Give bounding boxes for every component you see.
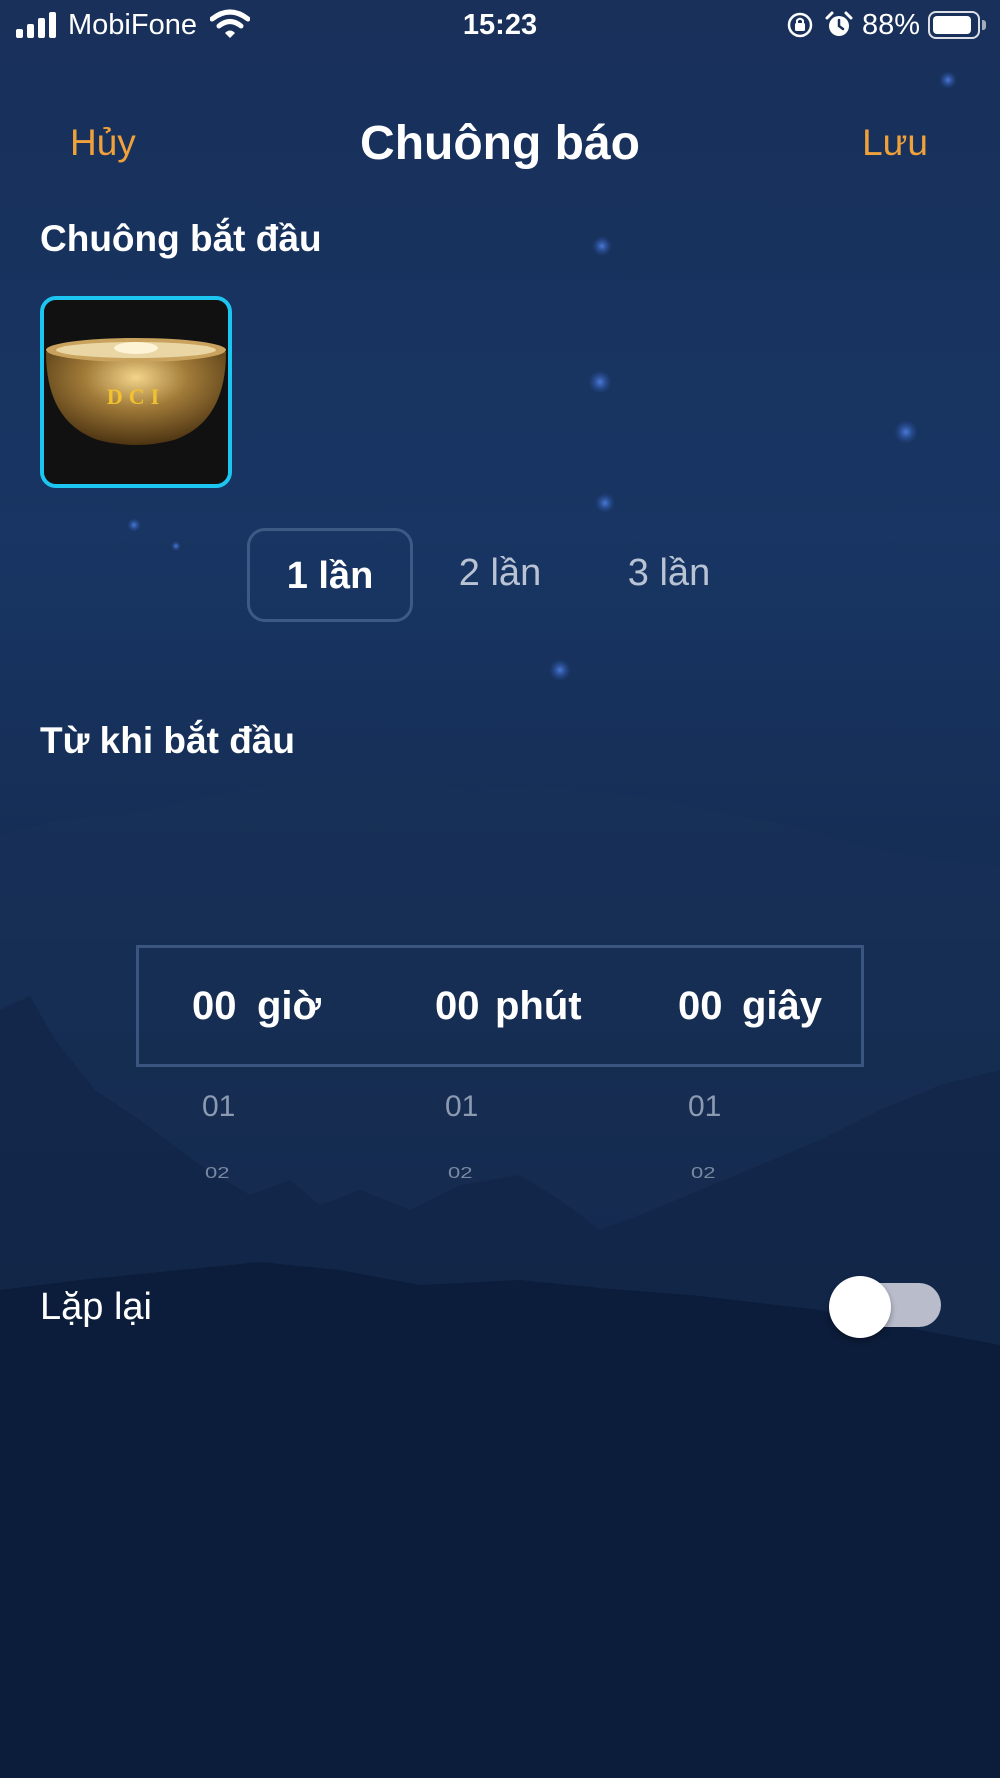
minutes-option[interactable]: 01 xyxy=(445,1090,478,1124)
seconds-option[interactable]: 02 xyxy=(691,1164,715,1182)
seconds-option[interactable]: 01 xyxy=(688,1090,721,1124)
hours-unit: giờ xyxy=(257,984,321,1028)
minutes-option[interactable]: 02 xyxy=(448,1164,472,1182)
hours-option[interactable]: 01 xyxy=(202,1090,235,1124)
toggle-knob[interactable] xyxy=(829,1276,891,1338)
hours-option[interactable]: 02 xyxy=(205,1164,229,1182)
tab-ring-count-2[interactable]: 2 lần xyxy=(417,528,583,622)
since-start-heading: Từ khi bắt đầu xyxy=(40,720,295,761)
battery-icon xyxy=(928,11,986,39)
alarm-icon xyxy=(825,11,853,36)
hours-value[interactable]: 00 xyxy=(192,984,237,1029)
page-title: Chuông báo xyxy=(360,117,640,170)
status-bar: MobiFone 15:23 88% xyxy=(0,0,1000,50)
battery-percent: 88% xyxy=(862,9,921,41)
save-button[interactable]: Lưu xyxy=(862,122,928,164)
repeat-toggle[interactable] xyxy=(829,1276,943,1338)
start-bell-heading: Chuông bắt đầu xyxy=(40,218,322,259)
orientation-lock-icon xyxy=(787,12,813,38)
seconds-unit: giây xyxy=(742,984,823,1028)
minutes-value[interactable]: 00 xyxy=(435,984,480,1029)
minutes-unit: phút xyxy=(495,984,582,1028)
singing-bowl-image: DCI xyxy=(44,300,228,484)
background-scenery xyxy=(0,71,1000,1778)
bowl-engraving: DCI xyxy=(107,384,165,409)
repeat-label: Lặp lại xyxy=(40,1286,152,1328)
tab-ring-count-3[interactable]: 3 lần xyxy=(586,528,752,622)
bell-option-selected[interactable]: DCI xyxy=(40,296,232,488)
seconds-value[interactable]: 00 xyxy=(678,984,723,1029)
tab-ring-count-1[interactable]: 1 lần xyxy=(247,528,413,622)
